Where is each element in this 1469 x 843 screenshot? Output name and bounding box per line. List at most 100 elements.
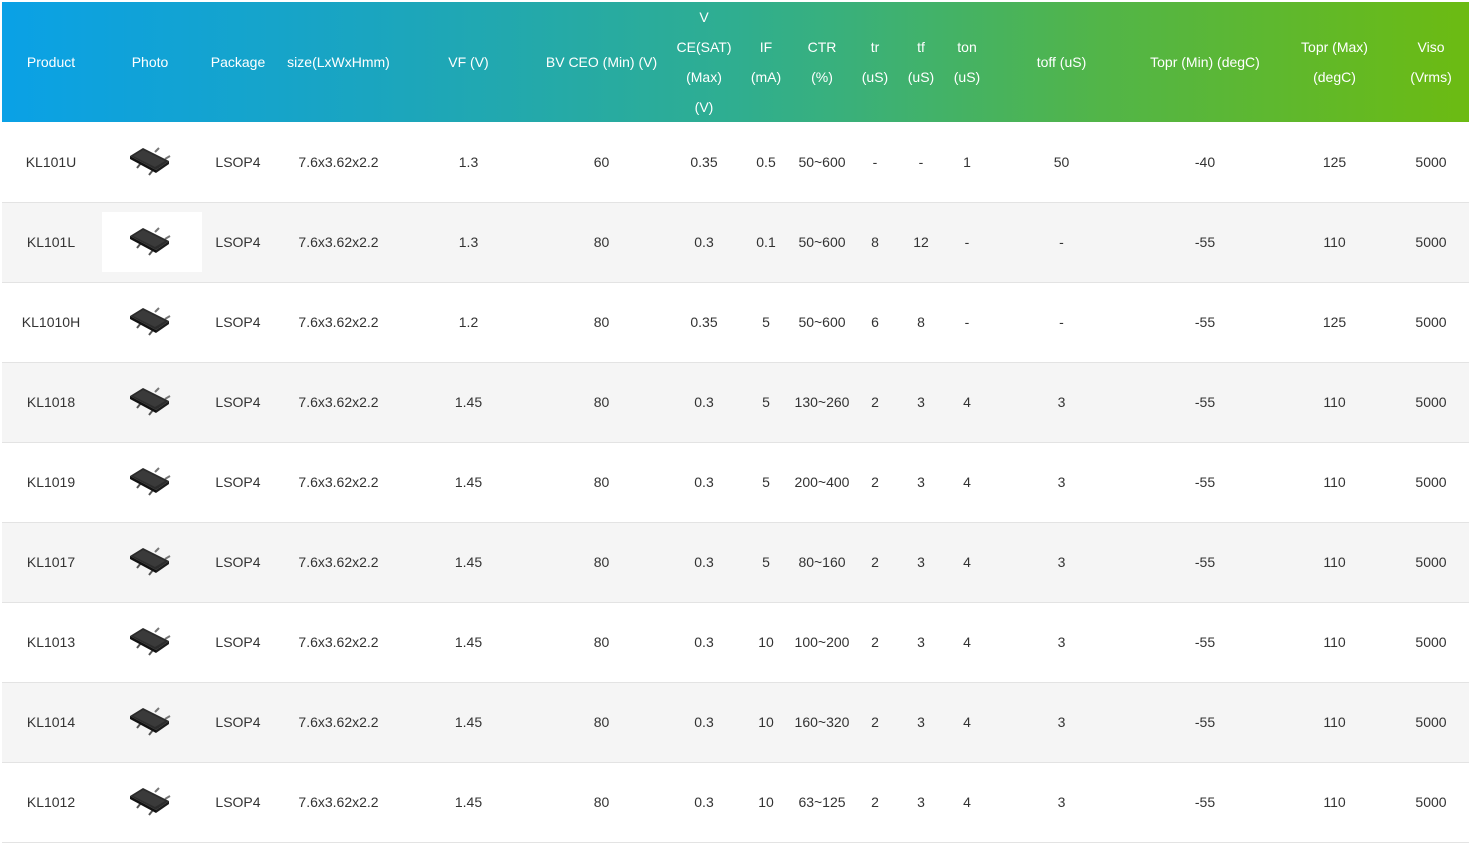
table-row: KL1013 LSOP4 7.6x3.62x2.2 1.45 80 0.3 10 100~20…	[2, 602, 1469, 682]
cell-vce: 0.3	[694, 234, 714, 250]
cell-vf: 1.45	[454, 714, 483, 730]
cell-size: 7.6x3.62x2.2	[298, 714, 379, 730]
table-row: KL1019 LSOP4 7.6x3.62x2.2 1.45 80 0.3 5 200~400…	[2, 442, 1469, 522]
table-row: KL1017 LSOP4 7.6x3.62x2.2 1.45 80 0.3 5 80~160 2…	[2, 522, 1469, 602]
table-body: KL101U LSOP4 7.6x3.62x2.2 1.3 60 0.35 0.5 50~60…	[2, 122, 1469, 842]
cell-vf: 1.3	[458, 234, 479, 250]
cell-topr-max: 110	[1323, 554, 1346, 570]
header-tf: tf (uS)	[907, 39, 935, 85]
cell-ctr: 63~125	[798, 794, 846, 810]
chip-icon	[130, 547, 171, 576]
cell-product: KL1018	[26, 394, 76, 410]
cell-bvceo: 80	[593, 554, 610, 570]
cell-product: KL1013	[26, 634, 76, 650]
cell-topr-max: 110	[1323, 394, 1346, 410]
cell-size: 7.6x3.62x2.2	[298, 234, 379, 250]
cell-viso: 5000	[1415, 634, 1447, 650]
cell-topr-min: -55	[1194, 714, 1216, 730]
product-photo[interactable]	[102, 692, 202, 752]
cell-tf: 3	[917, 634, 925, 650]
cell-product: KL1010H	[21, 314, 81, 330]
cell-product: KL1017	[26, 554, 76, 570]
cell-vf: 1.2	[458, 314, 479, 330]
cell-tf: -	[918, 153, 924, 170]
product-photo[interactable]	[102, 532, 202, 592]
header-vf: VF (V)	[448, 54, 489, 70]
product-photo[interactable]	[102, 292, 202, 352]
header-bvceo: BV CEO (Min) (V)	[545, 54, 658, 70]
cell-ton: -	[964, 314, 970, 330]
cell-ctr: 160~320	[794, 714, 850, 730]
cell-topr-max: 110	[1323, 714, 1346, 730]
header-vce-sat: V CE(SAT) (Max) (V)	[676, 9, 732, 115]
chip-icon	[130, 467, 171, 496]
cell-bvceo: 80	[593, 234, 610, 250]
cell-toff: 3	[1057, 714, 1066, 730]
cell-tr: 2	[871, 634, 879, 650]
chip-icon	[130, 787, 171, 816]
cell-toff: 3	[1057, 474, 1066, 490]
cell-vce: 0.3	[694, 554, 714, 570]
table-row: KL101L LSOP4 7.6x3.62x2.2 1.3 80 0.3 0.1 50~600…	[2, 202, 1469, 282]
product-photo[interactable]	[102, 772, 202, 832]
cell-vce: 0.3	[694, 474, 714, 490]
cell-topr-max: 110	[1323, 234, 1346, 250]
cell-ctr: 50~600	[798, 314, 846, 330]
cell-topr-max: 110	[1323, 474, 1346, 490]
cell-product: KL1014	[26, 714, 76, 730]
cell-package: LSOP4	[215, 794, 261, 810]
product-photo[interactable]	[102, 372, 202, 432]
product-table: Product Photo Package size(LxWxHmm) VF (…	[2, 2, 1469, 843]
table-row: KL101U LSOP4 7.6x3.62x2.2 1.3 60 0.35 0.5 50~60…	[2, 122, 1469, 202]
cell-photo	[100, 202, 202, 282]
product-table-container: Product Photo Package size(LxWxHmm) VF (…	[2, 2, 1469, 843]
cell-toff: 3	[1057, 554, 1066, 570]
cell-size: 7.6x3.62x2.2	[298, 794, 379, 810]
product-photo[interactable]	[102, 132, 202, 192]
cell-vce: 0.3	[694, 634, 714, 650]
cell-vce: 0.35	[690, 314, 718, 330]
cell-if: 5	[762, 474, 770, 490]
cell-ton: 4	[963, 714, 971, 730]
cell-topr-min: -40	[1194, 153, 1216, 170]
cell-viso: 5000	[1415, 794, 1447, 810]
product-photo[interactable]	[102, 212, 202, 272]
cell-ton: 4	[963, 554, 971, 570]
cell-if: 0.1	[756, 234, 776, 250]
header-package: Package	[210, 54, 266, 70]
cell-tr: 2	[871, 794, 879, 810]
cell-topr-min: -55	[1194, 234, 1216, 250]
cell-topr-min: -55	[1194, 554, 1216, 570]
cell-product: KL1019	[26, 474, 76, 490]
header-if: IF (mA)	[750, 39, 782, 85]
cell-size: 7.6x3.62x2.2	[298, 153, 379, 170]
cell-photo	[100, 682, 200, 762]
cell-product: KL101L	[26, 234, 76, 250]
cell-toff: 50	[1053, 153, 1070, 170]
chip-icon	[130, 387, 171, 416]
cell-photo	[100, 522, 200, 602]
cell-photo	[100, 762, 200, 842]
header-photo: Photo	[131, 54, 169, 70]
cell-package: LSOP4	[215, 634, 261, 650]
cell-topr-min: -55	[1194, 394, 1216, 410]
cell-size: 7.6x3.62x2.2	[298, 474, 379, 490]
cell-bvceo: 80	[593, 634, 610, 650]
table-row: KL1010H LSOP4 7.6x3.62x2.2 1.2 80 0.35 5 50~600…	[2, 282, 1469, 362]
cell-vf: 1.45	[454, 634, 483, 650]
cell-photo	[100, 442, 200, 522]
cell-size: 7.6x3.62x2.2	[298, 554, 379, 570]
cell-ctr: 200~400	[794, 474, 850, 490]
cell-vf: 1.45	[454, 554, 483, 570]
product-photo[interactable]	[102, 612, 202, 672]
product-photo[interactable]	[102, 452, 202, 512]
cell-ctr: 50~600	[798, 234, 846, 250]
cell-package: LSOP4	[215, 474, 261, 490]
cell-topr-max: 125	[1322, 153, 1347, 170]
cell-topr-min: -55	[1194, 474, 1216, 490]
header-ton: ton (uS)	[953, 39, 981, 85]
cell-toff: 3	[1057, 634, 1066, 650]
cell-tr: 2	[871, 554, 879, 570]
cell-topr-max: 110	[1323, 794, 1346, 810]
cell-vf: 1.45	[454, 394, 483, 410]
